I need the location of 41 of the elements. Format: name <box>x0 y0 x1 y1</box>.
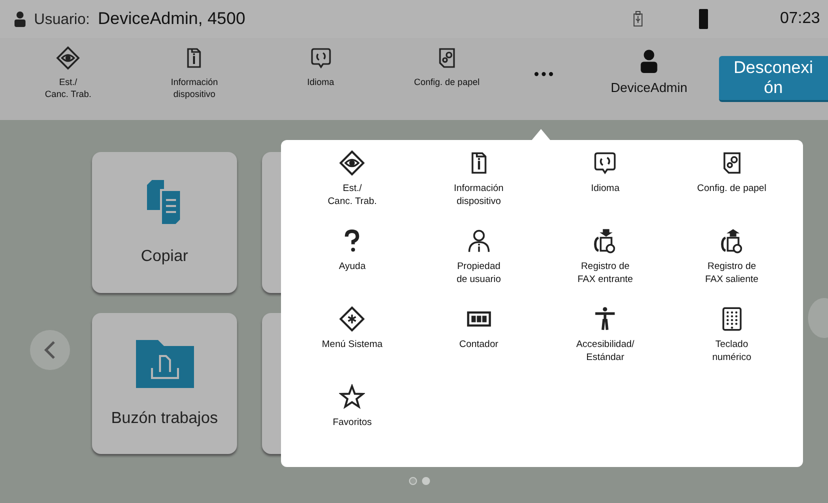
app-tile[interactable]: Copiar <box>92 152 237 293</box>
toolbar-button[interactable]: Config. de papel <box>384 38 510 88</box>
menu-item[interactable]: Config. de papel <box>697 150 766 228</box>
person-icon <box>640 48 658 74</box>
menu-item[interactable]: Registro de FAX saliente <box>705 228 758 306</box>
chevron-left-icon <box>44 340 56 360</box>
more-button[interactable]: ••• <box>510 66 580 83</box>
toolbar-button[interactable]: Est./ Canc. Trab. <box>5 38 132 100</box>
menu-item[interactable]: Información dispositivo <box>454 150 504 228</box>
previous-page-button[interactable] <box>30 330 70 370</box>
menu-item[interactable]: Est./ Canc. Trab. <box>328 150 377 228</box>
menu-item[interactable]: Accesibilidad/ Estándar <box>576 306 634 384</box>
speech-bubble-arrows-icon <box>308 46 333 70</box>
user-name: DeviceAdmin, 4500 <box>98 9 246 29</box>
app-tile[interactable]: Buzón trabajos <box>92 313 237 454</box>
menu-item[interactable]: Idioma <box>590 150 620 228</box>
folder-icon <box>136 340 194 388</box>
menu-item[interactable]: Registro de FAX entrante <box>578 228 633 306</box>
menu-item[interactable]: Contador <box>459 306 498 384</box>
menu-item[interactable]: Menú Sistema <box>322 306 383 384</box>
person-info-icon <box>466 228 492 254</box>
phone-arrow-up-icon <box>718 228 745 254</box>
clock-time: 07:23 <box>780 10 820 28</box>
person-icon <box>14 11 26 27</box>
usb-icon <box>632 11 643 27</box>
toolbar-button[interactable]: Idioma <box>257 38 384 88</box>
menu-item[interactable]: Favoritos <box>332 384 372 462</box>
star-icon <box>339 384 366 410</box>
speech-bubble-arrows-icon <box>592 150 618 176</box>
eye-diamond-icon <box>339 150 366 176</box>
user-label: Usuario: <box>34 10 90 28</box>
copy-documents-icon <box>146 180 182 226</box>
menu-item[interactable]: Teclado numérico <box>712 306 752 384</box>
phone-icon <box>698 9 708 29</box>
toolbar-button[interactable]: Información dispositivo <box>131 38 258 100</box>
logout-button[interactable]: Desconexi ón <box>718 56 828 102</box>
menu-item[interactable]: Ayuda <box>338 228 366 306</box>
eye-diamond-icon <box>56 46 80 70</box>
user-button[interactable]: DeviceAdmin <box>580 38 719 95</box>
menu-item[interactable]: Propiedad de usuario <box>456 228 501 306</box>
asterisk-diamond-icon <box>339 306 366 332</box>
